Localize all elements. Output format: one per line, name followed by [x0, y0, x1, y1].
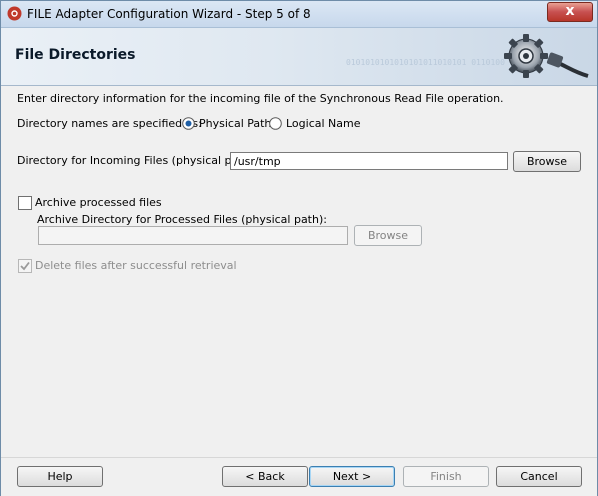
incoming-directory-label: Directory for Incoming Files (physical p… [17, 154, 258, 167]
oracle-app-icon [7, 6, 22, 21]
browse-incoming-button[interactable]: Browse [513, 151, 581, 172]
finish-button[interactable]: Finish [403, 466, 489, 487]
wizard-content: Enter directory information for the inco… [1, 86, 597, 456]
checkmark-icon [20, 261, 30, 271]
window-title: FILE Adapter Configuration Wizard - Step… [27, 7, 311, 21]
instruction-text: Enter directory information for the inco… [17, 92, 504, 105]
incoming-directory-input[interactable]: /usr/tmp [230, 152, 508, 170]
logical-name-radio[interactable] [269, 117, 282, 130]
cancel-button[interactable]: Cancel [496, 466, 582, 487]
physical-path-radio[interactable] [182, 117, 195, 130]
close-icon: x [565, 3, 575, 19]
archive-processed-checkbox[interactable] [18, 196, 32, 210]
physical-path-label[interactable]: Physical Path [199, 117, 271, 130]
gear-plug-icon [504, 34, 589, 78]
wizard-footer: Help < Back Next > Finish Cancel [1, 457, 597, 496]
directory-names-label: Directory names are specified as: [17, 117, 202, 130]
close-button[interactable]: x [547, 2, 593, 22]
archive-processed-label[interactable]: Archive processed files [35, 196, 162, 209]
logical-name-label[interactable]: Logical Name [286, 117, 361, 130]
archive-directory-input[interactable] [38, 226, 348, 245]
page-title: File Directories [15, 47, 136, 63]
delete-files-label: Delete files after successful retrieval [35, 259, 237, 272]
browse-archive-button[interactable]: Browse [354, 225, 422, 246]
delete-files-checkbox[interactable] [18, 259, 32, 273]
title-bar[interactable]: FILE Adapter Configuration Wizard - Step… [1, 1, 597, 28]
binary-decoration: 0101010101010101011010101 0110100 [346, 58, 505, 67]
next-button[interactable]: Next > [309, 466, 395, 487]
wizard-header: File Directories 01010101010101010110101… [1, 28, 597, 86]
wizard-window: FILE Adapter Configuration Wizard - Step… [0, 0, 598, 496]
archive-directory-label: Archive Directory for Processed Files (p… [37, 213, 327, 226]
back-button[interactable]: < Back [222, 466, 308, 487]
help-button[interactable]: Help [17, 466, 103, 487]
